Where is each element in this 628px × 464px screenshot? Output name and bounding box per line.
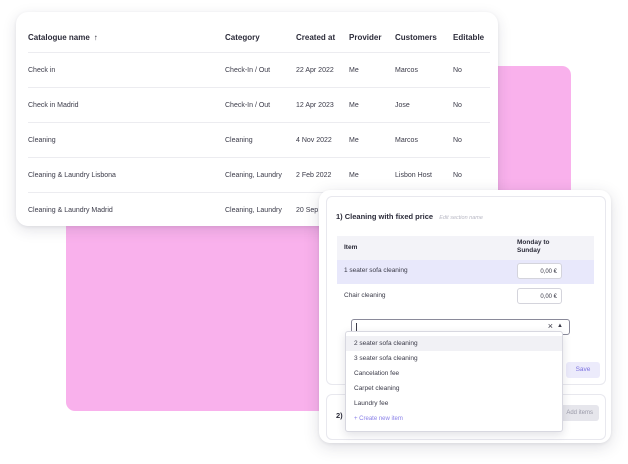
table-header: Catalogue name ↑ Category Created at Pro… [28,24,490,51]
cell-provider: Me [349,67,359,74]
cell-customers: Lisbon Host [395,172,432,179]
cell-name: Cleaning & Laundry Madrid [28,207,113,214]
dropdown-option[interactable]: Cancelation fee [346,366,562,381]
cell-category: Cleaning, Laundry [225,207,282,214]
edit-section-name-link[interactable]: Edit section name [439,215,483,221]
column-header-name[interactable]: Catalogue name ↑ [28,24,98,51]
column-header-day-line2: Sunday [517,247,541,254]
sort-ascending-icon[interactable]: ↑ [94,33,98,42]
item-dropdown-menu: 2 seater sofa cleaning 3 seater sofa cle… [345,331,563,432]
column-header-day-line1: Monday to [517,239,550,246]
cell-provider: Me [349,172,359,179]
cell-category: Check-In / Out [225,102,271,109]
dropdown-option[interactable]: Carpet cleaning [346,381,562,396]
table-row[interactable]: Check in Madrid Check-In / Out 12 Apr 20… [28,87,490,123]
cell-editable: No [453,67,462,74]
save-button[interactable]: Save [566,362,600,378]
column-header-monday-sunday: Monday to Sunday [517,239,550,255]
cell-category: Cleaning [225,137,253,144]
clear-icon[interactable]: × [548,321,553,331]
chevron-up-icon[interactable]: ▲ [557,323,563,329]
cell-name: Cleaning [28,137,56,144]
cell-name: Check in [28,67,56,74]
column-header-category[interactable]: Category [225,24,260,51]
column-header-customers[interactable]: Customers [395,24,437,51]
table-row[interactable]: Cleaning Cleaning 4 Nov 2022 Me Marcos N… [28,122,490,158]
item-name: Chair cleaning [344,292,386,299]
cell-customers: Marcos [395,137,418,144]
item-row[interactable]: Chair cleaning 0,00 € [337,285,594,309]
cell-name: Cleaning & Laundry Lisbona [28,172,116,179]
cell-name: Check in Madrid [28,102,79,109]
create-new-item-option[interactable]: + Create new item [346,412,562,427]
column-header-name-label: Catalogue name [28,33,90,42]
cell-created: 12 Apr 2023 [296,102,334,109]
item-name: 1 seater sofa cleaning [344,267,408,274]
dropdown-option[interactable]: 2 seater sofa cleaning [346,336,562,351]
column-header-item: Item [344,244,358,251]
cell-provider: Me [349,137,359,144]
table-row[interactable]: Check in Check-In / Out 22 Apr 2022 Me M… [28,52,490,88]
price-input[interactable]: 0,00 € [517,288,562,304]
cell-category: Check-In / Out [225,67,271,74]
section-number: 2) [336,411,343,420]
dropdown-option[interactable]: 3 seater sofa cleaning [346,351,562,366]
cell-editable: No [453,172,462,179]
table-row[interactable]: Cleaning & Laundry Lisbona Cleaning, Lau… [28,157,490,193]
column-header-created[interactable]: Created at [296,24,335,51]
cell-editable: No [453,102,462,109]
items-table-header: Item Monday to Sunday [337,236,594,260]
dropdown-option[interactable]: Laundry fee [346,396,562,411]
column-header-editable[interactable]: Editable [453,24,484,51]
price-input[interactable]: 0,00 € [517,263,562,279]
cell-customers: Marcos [395,67,418,74]
cell-category: Cleaning, Laundry [225,172,282,179]
cell-created: 4 Nov 2022 [296,137,332,144]
section-title-text: 1) Cleaning with fixed price [336,212,434,221]
column-header-provider[interactable]: Provider [349,24,381,51]
cell-created: 2 Feb 2022 [296,172,332,179]
cell-customers: Jose [395,102,410,109]
section-title: 1) Cleaning with fixed price Edit sectio… [336,212,483,221]
cell-provider: Me [349,102,359,109]
cell-created: 22 Apr 2022 [296,67,334,74]
item-row-selected[interactable]: 1 seater sofa cleaning 0,00 € [337,260,594,284]
cell-editable: No [453,137,462,144]
